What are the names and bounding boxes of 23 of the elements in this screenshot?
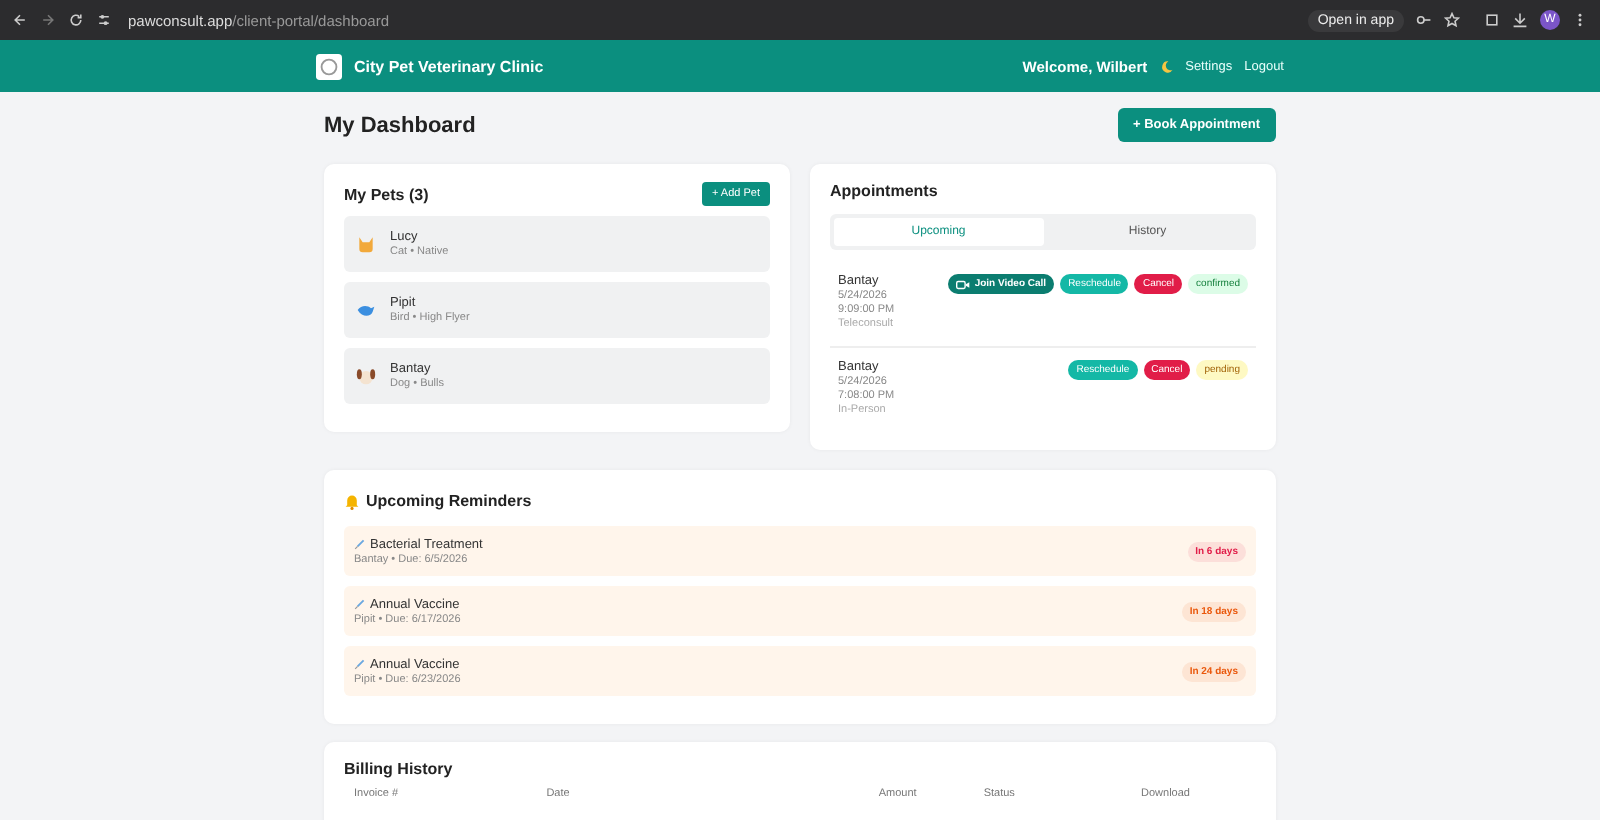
site-info-icon[interactable] bbox=[96, 12, 112, 28]
bird-icon bbox=[356, 300, 376, 320]
back-icon[interactable] bbox=[12, 12, 28, 28]
star-icon[interactable] bbox=[1444, 12, 1460, 28]
bell-icon bbox=[344, 493, 360, 509]
forward-icon[interactable] bbox=[40, 12, 56, 28]
logo-icon bbox=[316, 53, 342, 79]
card-title: Appointments bbox=[830, 182, 940, 200]
card-title: Upcoming Reminders bbox=[366, 492, 532, 510]
dog-icon bbox=[356, 366, 376, 386]
card-title: Billing History bbox=[344, 760, 455, 778]
syringe-icon bbox=[354, 658, 366, 670]
reload-icon[interactable] bbox=[68, 12, 84, 28]
download-icon[interactable] bbox=[1512, 12, 1528, 28]
video-camera-icon bbox=[956, 279, 971, 289]
extensions-icon[interactable] bbox=[1484, 12, 1500, 28]
brand-name[interactable]: City Pet Veterinary Clinic bbox=[354, 57, 544, 75]
cat-icon bbox=[356, 234, 376, 254]
key-icon[interactable] bbox=[1416, 12, 1432, 28]
card-title: My Pets (3) bbox=[344, 185, 429, 203]
syringe-icon bbox=[354, 598, 366, 610]
page-title: My Dashboard bbox=[324, 113, 476, 137]
syringe-icon bbox=[354, 538, 366, 550]
